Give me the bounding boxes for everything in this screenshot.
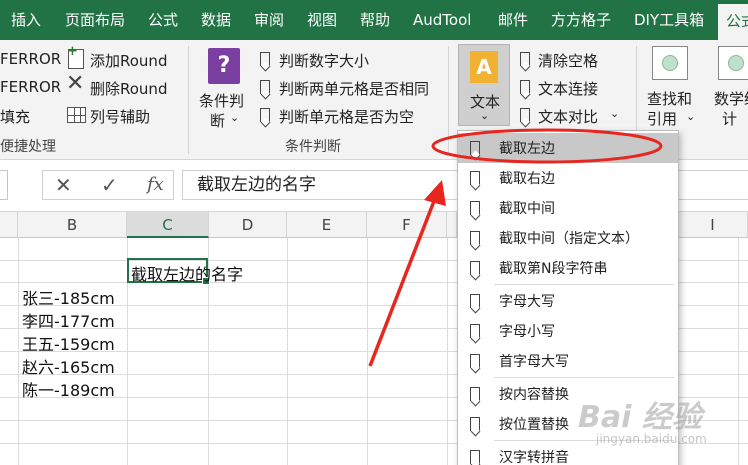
highlight-ellipse: [431, 128, 663, 164]
baidu-watermark-url: jingyan.baidu.com: [596, 432, 707, 446]
baidu-watermark: Bai 经验: [578, 400, 702, 435]
excel-window: 插入 页面布局 公式 数据 审阅 视图 帮助 AudTool 邮件 方方格子 D…: [0, 0, 748, 465]
annotation-arrow-head: [424, 180, 446, 206]
annotation-arrow-shaft: [368, 195, 438, 367]
